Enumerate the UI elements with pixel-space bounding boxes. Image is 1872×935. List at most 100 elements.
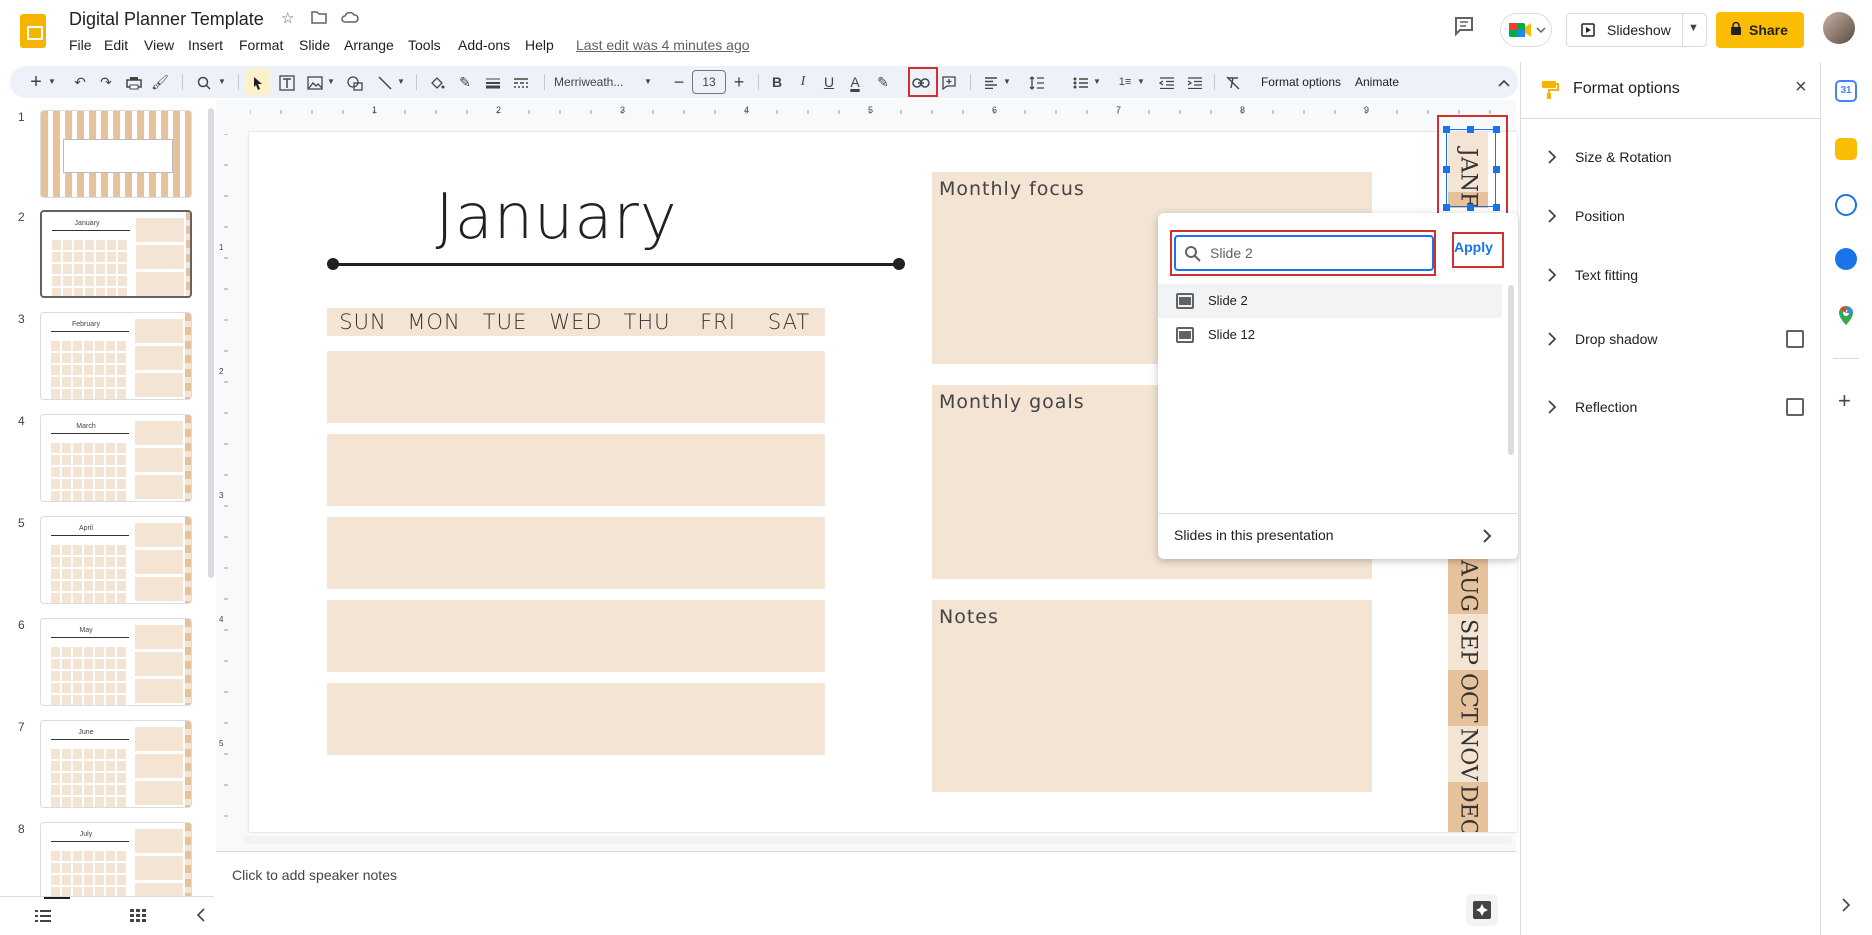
menu-insert[interactable]: Insert <box>188 37 223 53</box>
slideshow-button[interactable]: Slideshow ▼ <box>1566 13 1707 47</box>
numbered-list-icon[interactable]: 1≡ <box>1114 66 1136 98</box>
italic-icon[interactable]: I <box>792 66 814 98</box>
keep-icon[interactable] <box>1835 138 1857 160</box>
calendar-day-cell[interactable] <box>682 517 754 589</box>
redo-icon[interactable]: ↷ <box>96 66 116 98</box>
slideshow-dropdown-icon[interactable]: ▼ <box>1688 22 1699 34</box>
tasks-icon[interactable] <box>1835 194 1857 216</box>
last-edit-link[interactable]: Last edit was 4 minutes ago <box>576 37 750 53</box>
section-checkbox[interactable] <box>1786 330 1804 348</box>
calendar-day-cell[interactable] <box>327 517 399 589</box>
link-result-item[interactable]: Slide 12 <box>1158 318 1502 352</box>
tab-nov[interactable]: NOV <box>1448 726 1488 782</box>
calendar-day-cell[interactable] <box>611 351 683 423</box>
new-slide-icon[interactable]: + <box>26 66 46 98</box>
close-icon[interactable]: × <box>1795 76 1807 99</box>
slide-thumbnail-5[interactable]: April <box>40 516 192 604</box>
calendar-day-cell[interactable] <box>327 600 399 672</box>
underline-icon[interactable]: U <box>818 66 840 98</box>
undo-icon[interactable]: ↶ <box>70 66 90 98</box>
format-options-button[interactable]: Format options <box>1256 66 1346 98</box>
align-icon[interactable] <box>980 66 1002 98</box>
highlight-color-icon[interactable]: ✎ <box>872 66 894 98</box>
share-button[interactable]: Share <box>1716 12 1804 48</box>
calendar-day-cell[interactable] <box>540 351 612 423</box>
calendar-day-cell[interactable] <box>753 600 825 672</box>
slide-thumbnail-1[interactable] <box>40 110 192 198</box>
image-icon[interactable] <box>304 66 326 98</box>
maps-icon[interactable] <box>1835 304 1857 326</box>
cloud-status-icon[interactable] <box>341 10 359 28</box>
month-title[interactable]: January <box>249 180 864 253</box>
calendar-day-cell[interactable] <box>611 517 683 589</box>
menu-help[interactable]: Help <box>525 37 554 53</box>
font-dropdown-icon[interactable]: ▼ <box>643 66 653 98</box>
zoom-icon[interactable] <box>194 66 214 98</box>
animate-button[interactable]: Animate <box>1350 66 1404 98</box>
font-family-select[interactable]: Merriweath... <box>554 66 644 98</box>
line-spacing-icon[interactable] <box>1026 66 1048 98</box>
move-folder-icon[interactable] <box>311 10 327 28</box>
notes-box[interactable]: Notes <box>932 600 1372 792</box>
calendar-day-cell[interactable] <box>682 351 754 423</box>
bulleted-list-icon[interactable] <box>1070 66 1092 98</box>
calendar-day-cell[interactable] <box>611 683 683 755</box>
calendar-day-cell[interactable] <box>398 434 470 506</box>
line-dropdown-icon[interactable]: ▼ <box>396 66 406 98</box>
menu-addons[interactable]: Add-ons <box>458 37 510 53</box>
calendar-icon[interactable]: 31 <box>1835 80 1857 102</box>
calendar-day-cell[interactable] <box>398 351 470 423</box>
add-comment-icon[interactable] <box>938 66 960 98</box>
image-dropdown-icon[interactable]: ▼ <box>326 66 336 98</box>
increase-font-size-icon[interactable]: + <box>730 66 748 98</box>
menu-file[interactable]: File <box>69 37 92 53</box>
calendar-day-cell[interactable] <box>611 600 683 672</box>
menu-format[interactable]: Format <box>239 37 283 53</box>
clear-formatting-icon[interactable] <box>1222 66 1244 98</box>
menu-edit[interactable]: Edit <box>104 37 128 53</box>
text-box-icon[interactable] <box>276 66 298 98</box>
calendar-day-cell[interactable] <box>753 517 825 589</box>
font-size-input[interactable]: 13 <box>692 70 726 94</box>
zoom-dropdown-icon[interactable]: ▼ <box>216 66 228 98</box>
calendar-day-cell[interactable] <box>327 683 399 755</box>
line-icon[interactable] <box>374 66 396 98</box>
text-color-icon[interactable]: A <box>844 66 866 98</box>
slides-logo-icon[interactable] <box>20 14 46 48</box>
calendar-day-cell[interactable] <box>682 600 754 672</box>
calendar-day-cell[interactable] <box>753 351 825 423</box>
calendar-day-cell[interactable] <box>469 351 541 423</box>
decrease-font-size-icon[interactable]: − <box>670 66 688 98</box>
slide-thumbnail-3[interactable]: February <box>40 312 192 400</box>
paint-format-icon[interactable]: 🖌 <box>150 66 170 98</box>
calendar-day-cell[interactable] <box>398 683 470 755</box>
border-color-icon[interactable]: ✎ <box>454 66 476 98</box>
collapse-toolbar-icon[interactable] <box>1494 66 1514 98</box>
slide-thumbnail-2[interactable]: January <box>40 210 192 298</box>
calendar-day-cell[interactable] <box>540 683 612 755</box>
calendar-day-cell[interactable] <box>540 434 612 506</box>
bulleted-list-dropdown-icon[interactable]: ▼ <box>1092 66 1102 98</box>
shape-icon[interactable] <box>344 66 366 98</box>
popup-scrollbar[interactable] <box>1508 285 1514 455</box>
comment-history-icon[interactable] <box>1452 14 1480 42</box>
explore-button[interactable] <box>1466 894 1498 926</box>
fill-color-icon[interactable] <box>426 66 448 98</box>
add-addon-icon[interactable]: + <box>1838 388 1851 414</box>
calendar-day-cell[interactable] <box>398 517 470 589</box>
calendar-day-cell[interactable] <box>327 351 399 423</box>
calendar-day-cell[interactable] <box>611 434 683 506</box>
menu-tools[interactable]: Tools <box>408 37 441 53</box>
filmstrip-scrollbar-thumb[interactable] <box>208 108 214 578</box>
link-result-item[interactable]: Slide 2 <box>1158 284 1502 318</box>
calendar-day-cell[interactable] <box>753 683 825 755</box>
tab-sep[interactable]: SEP <box>1448 614 1488 670</box>
document-title[interactable]: Digital Planner Template <box>69 9 264 30</box>
decrease-indent-icon[interactable] <box>1156 66 1178 98</box>
calendar-day-cell[interactable] <box>682 434 754 506</box>
calendar-day-cell[interactable] <box>540 517 612 589</box>
slide-thumbnail-7[interactable]: June <box>40 720 192 808</box>
calendar-day-cell[interactable] <box>753 434 825 506</box>
numbered-list-dropdown-icon[interactable]: ▼ <box>1136 66 1146 98</box>
menu-arrange[interactable]: Arrange <box>344 37 394 53</box>
